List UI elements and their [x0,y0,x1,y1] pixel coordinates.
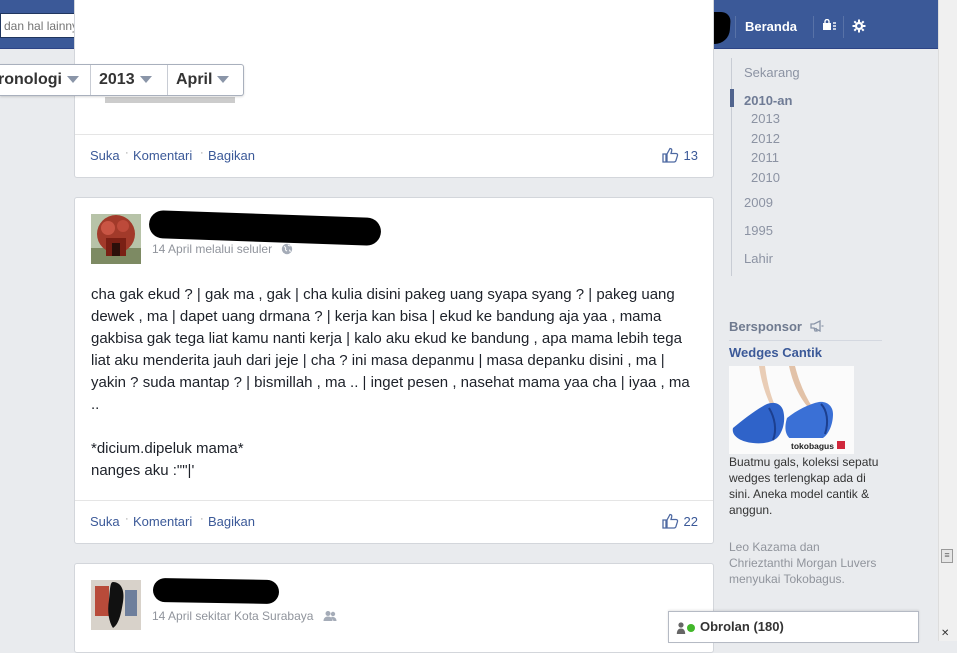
post-meta: 14 April sekitar Kota Surabaya [152,608,337,623]
ad-title[interactable]: Wedges Cantik [729,345,822,360]
timeline-link-born[interactable]: Lahir [744,251,773,266]
chat-label: Obrolan (180) [700,619,784,634]
ad-image[interactable]: tokobagus [729,366,854,454]
post-action-bar: Suka · Komentari · Bagikan 22 [75,500,713,543]
month-dropdown[interactable]: April [176,65,230,95]
comment-link[interactable]: Komentari [133,514,192,529]
page-scrollbar[interactable] [938,0,957,641]
home-link[interactable]: Beranda [745,19,797,34]
month-label: April [176,71,213,88]
share-link[interactable]: Bagikan [208,514,255,529]
like-link[interactable]: Suka [90,514,120,529]
like-count[interactable]: 22 [661,513,698,529]
ad-body: Buatmu gals, koleksi sepatu wedges terle… [729,455,879,517]
timeline-link-2013[interactable]: 2013 [751,111,780,126]
globe-icon [282,243,293,255]
chronology-label: ronologi [0,71,62,88]
post-body: cha gak ekud ? | gak ma , gak | cha kuli… [91,286,690,479]
separator-dot: · [125,513,129,525]
year-label: 2013 [99,71,135,88]
chronology-selector: ronologi 2013 April [0,64,244,96]
close-icon[interactable]: ✕ [941,628,949,639]
timeline-link-2010s[interactable]: 2010-an [744,93,792,108]
timeline-link-2010[interactable]: 2010 [751,170,780,185]
year-dropdown[interactable]: 2013 [99,65,152,95]
timeline-link-2012[interactable]: 2012 [751,131,780,146]
nav-divider [735,16,736,38]
chat-bar[interactable]: Obrolan (180) [668,611,919,643]
post-timestamp[interactable]: 14 April melalui seluler [152,242,272,256]
post-meta: 14 April melalui seluler [152,241,293,256]
share-link[interactable]: Bagikan [208,148,255,163]
like-link[interactable]: Suka [90,148,120,163]
timeline-link-now[interactable]: Sekarang [744,65,800,80]
timeline-link-1995[interactable]: 1995 [744,223,773,238]
chronology-dropdown[interactable]: ronologi [0,65,79,95]
settings-gear-icon[interactable] [852,19,866,36]
ad-brand-text: tokobagus [791,441,834,451]
like-count-value: 22 [683,513,698,529]
timeline-link-2009[interactable]: 2009 [744,195,773,210]
post-action-bar: Suka · Komentari · Bagikan 13 [75,134,713,177]
friends-icon [323,610,337,621]
divider [90,65,91,95]
online-friends-icon [676,622,695,634]
comment-link[interactable]: Komentari [133,148,192,163]
like-count-value: 13 [683,147,698,163]
author-name-redaction [152,577,280,605]
author-avatar[interactable] [91,214,141,264]
chevron-down-icon [217,76,230,84]
divider [729,340,882,341]
privacy-shortcuts-icon[interactable] [822,18,837,34]
chevron-down-icon [139,76,152,84]
like-count[interactable]: 13 [661,147,698,163]
chevron-down-icon [66,76,79,84]
separator-dot: · [200,513,204,525]
scrollbar-thumb[interactable]: ≡ [941,549,953,563]
nav-divider [813,16,814,38]
author-avatar[interactable] [91,580,141,630]
separator-dot: · [200,147,204,159]
timeline-post: 14 April sekitar Kota Surabaya [74,563,714,653]
partial-text [105,97,235,103]
ad-social-context: Leo Kazama dan Chrieztanthi Morgan Luver… [729,540,877,586]
sponsored-heading-text: Bersponsor [729,319,802,334]
megaphone-icon[interactable] [809,319,824,333]
thumbs-up-icon [661,147,678,163]
timeline-active-marker [730,89,734,107]
timeline-post: 14 April melalui seluler cha gak ekud ? … [74,197,714,544]
sponsored-heading: Bersponsor [729,319,824,334]
separator-dot: · [125,147,129,159]
post-timestamp[interactable]: 14 April sekitar Kota Surabaya [152,609,313,623]
thumbs-up-icon [661,513,678,529]
timeline-link-2011[interactable]: 2011 [751,150,779,165]
nav-divider [843,16,844,38]
divider [167,65,168,95]
